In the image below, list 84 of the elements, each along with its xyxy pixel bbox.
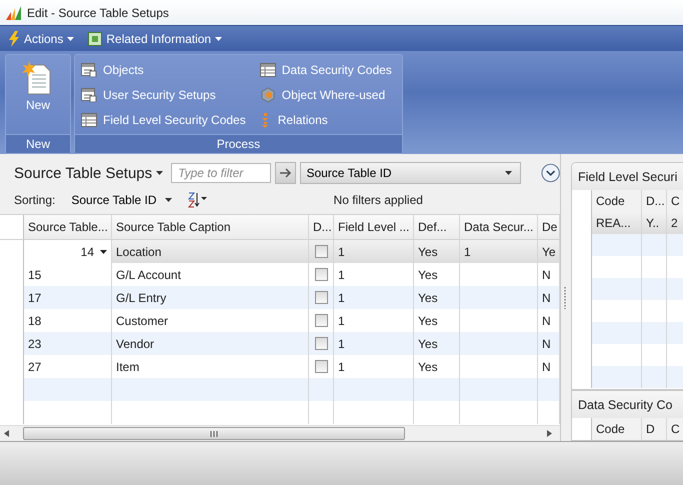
table-row[interactable]: 23 Vendor 1 Yes N [0, 332, 560, 355]
table-row[interactable]: REA... Y.. 2 [572, 212, 683, 234]
table-cell: N [538, 286, 560, 309]
column-header[interactable]: Def... [414, 215, 460, 239]
table-cell: 1 [334, 286, 414, 309]
sort-order-icon[interactable] [188, 192, 208, 208]
row-selector[interactable] [572, 190, 592, 212]
ribbon-button[interactable]: Relations [260, 107, 392, 132]
checkbox[interactable] [314, 337, 328, 350]
dropdown-arrow-icon [67, 36, 74, 40]
table-cell: Ye [538, 240, 560, 263]
scroll-left-icon[interactable] [4, 430, 9, 437]
table-row[interactable]: 17 G/L Entry 1 Yes N [0, 286, 560, 309]
dropdown-arrow-icon [100, 250, 107, 254]
filter-field[interactable]: Type to filter [171, 163, 272, 183]
column-header[interactable]: C [667, 418, 683, 440]
empty-row[interactable] [572, 322, 683, 344]
list-icon [81, 88, 97, 102]
checkbox[interactable] [314, 314, 328, 327]
dropdown-arrow-icon [164, 198, 172, 202]
table-row[interactable]: 14 Location 1 Yes 1 Ye [0, 240, 560, 263]
checkbox[interactable] [314, 245, 328, 258]
splitter-handle[interactable] [564, 286, 566, 308]
table-cell: N [538, 332, 560, 355]
lightning-icon [8, 30, 20, 46]
form-icon [88, 32, 102, 46]
ribbon-group-title: Process [75, 134, 402, 153]
filter-field-dropdown[interactable]: Source Table ID [300, 162, 521, 184]
apply-filter-button[interactable] [275, 162, 296, 184]
empty-row[interactable] [572, 278, 683, 300]
dropdown-arrow-icon [504, 171, 512, 175]
table-cell: G/L Entry [112, 286, 309, 309]
list-icon [81, 62, 97, 76]
column-header[interactable]: Field Level ... [334, 215, 414, 239]
checkbox[interactable] [314, 268, 328, 281]
table-cell: Yes [414, 332, 460, 355]
grip-icon [210, 430, 218, 436]
scroll-right-icon[interactable] [547, 430, 552, 437]
horizontal-scrollbar[interactable] [0, 425, 560, 441]
column-header[interactable]: Source Table Caption [112, 215, 309, 239]
sorting-label: Sorting: [14, 193, 56, 207]
row-selector[interactable] [572, 418, 592, 440]
app-logo-icon [6, 6, 22, 20]
factbox-title: Field Level Securi [572, 163, 683, 190]
filter-status: No filters applied [334, 193, 423, 207]
menu-button[interactable]: Actions [6, 30, 76, 46]
column-header[interactable]: Data Secur... [460, 215, 538, 239]
dropdown-arrow-icon [215, 36, 222, 40]
checkbox[interactable] [314, 291, 328, 304]
empty-row[interactable] [0, 378, 560, 401]
table-cell: 17 [24, 286, 112, 309]
gear-icon [260, 86, 276, 102]
empty-row[interactable] [572, 366, 683, 388]
arrow-right-icon [280, 168, 292, 178]
table-icon [81, 112, 97, 126]
table-cell: 1 [334, 240, 414, 263]
table-cell: Location [112, 240, 309, 263]
table-cell: Yes [414, 286, 460, 309]
table-icon [260, 62, 276, 76]
table-cell: 1 [334, 332, 414, 355]
checkbox[interactable] [314, 360, 328, 373]
factbox-title: Data Security Co [572, 391, 683, 418]
table-cell: 23 [24, 332, 112, 355]
empty-row[interactable] [572, 234, 683, 256]
table-cell: 1 [460, 240, 538, 263]
row-selector[interactable] [0, 240, 24, 263]
list-title-menu[interactable]: Source Table Setups [8, 164, 168, 182]
scrollbar-thumb[interactable] [23, 427, 405, 440]
column-header[interactable]: D... [309, 215, 334, 239]
column-header[interactable]: De [538, 215, 560, 239]
table-cell: Vendor [112, 332, 309, 355]
column-header[interactable]: D [642, 418, 667, 440]
row-selector[interactable] [0, 215, 24, 239]
sort-field-dropdown[interactable]: Source Table ID [71, 193, 172, 207]
table-cell[interactable]: 14 [24, 240, 112, 263]
window-title: Edit - Source Table Setups [27, 6, 169, 20]
menu-button[interactable]: Related Information [86, 32, 224, 46]
dropdown-arrow-icon [156, 171, 164, 175]
ribbon-button[interactable]: Field Level Security Codes [81, 107, 246, 132]
table-cell: Yes [414, 240, 460, 263]
column-header[interactable]: Source Table... [24, 215, 112, 239]
expand-icon[interactable] [540, 163, 560, 183]
column-header[interactable]: Code [592, 418, 642, 440]
ribbon-group-title: New [6, 134, 70, 153]
